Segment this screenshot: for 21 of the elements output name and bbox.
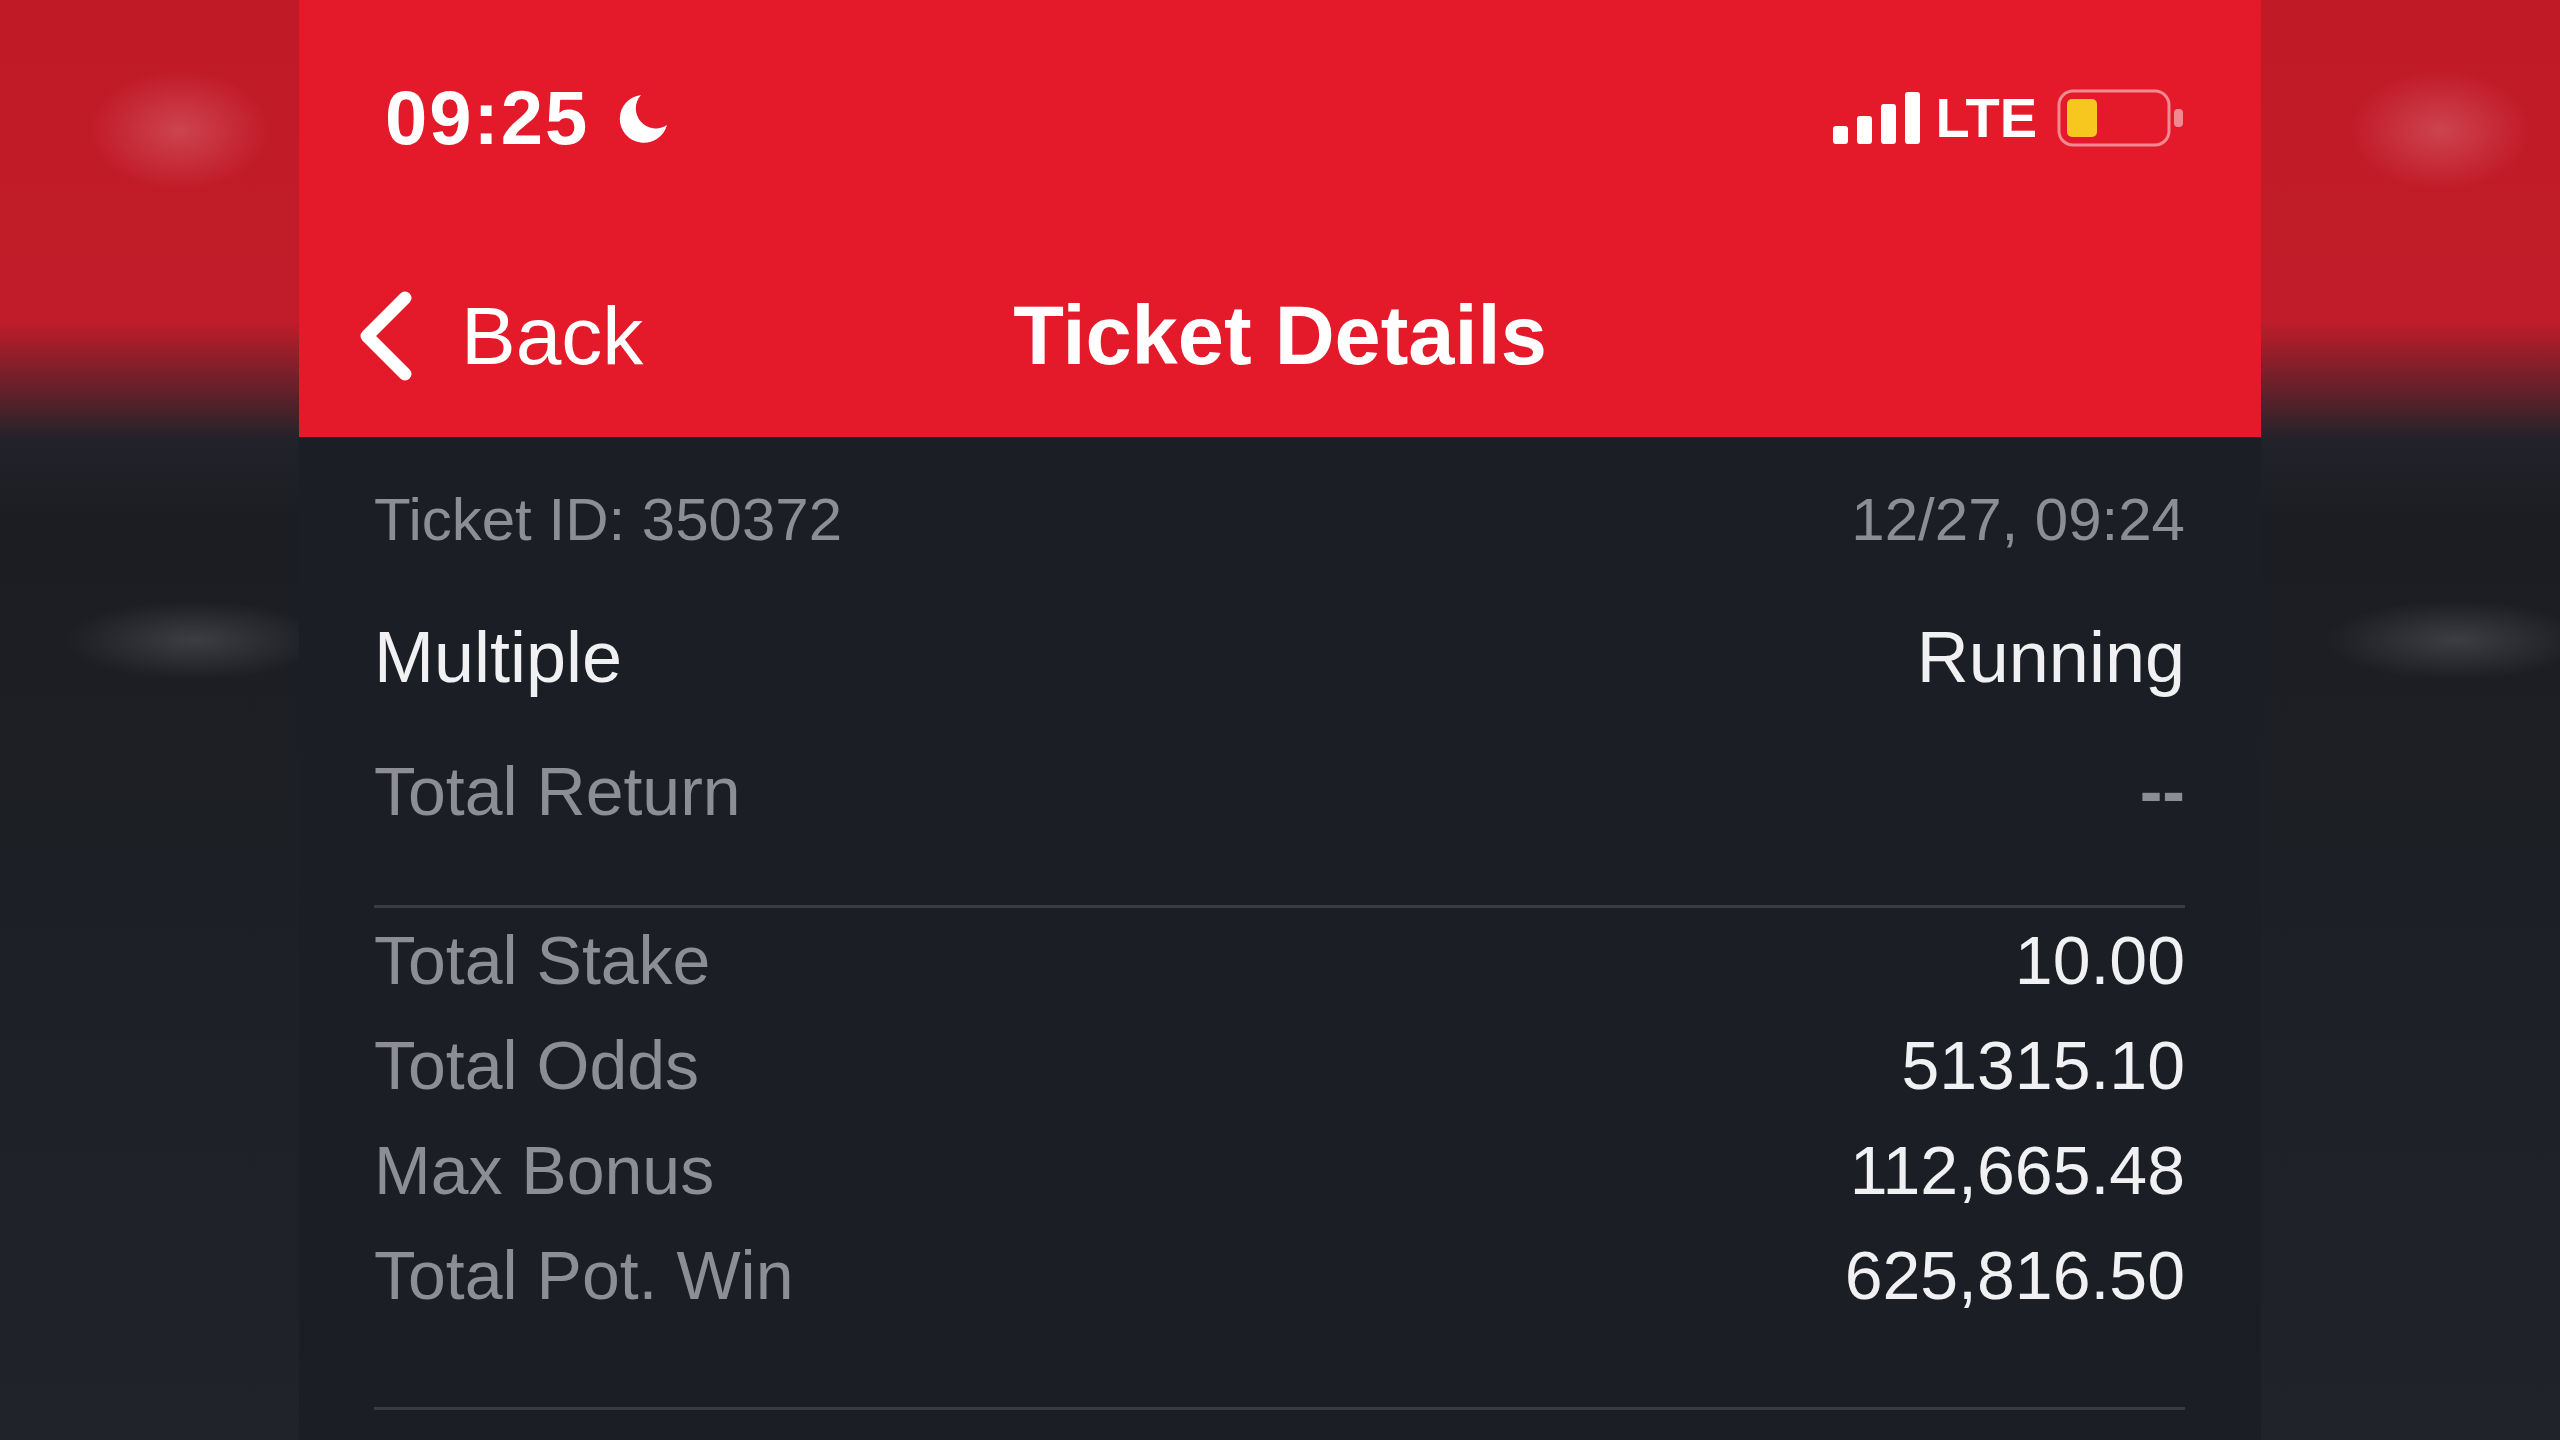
total-return-label: Total Return: [374, 753, 741, 829]
network-label: LTE: [1935, 89, 2037, 146]
summary-label: Max Bonus: [374, 1133, 715, 1208]
total-return-value: --: [2139, 753, 2185, 829]
signal-icon: [1833, 91, 1922, 144]
moon-icon: [619, 92, 670, 143]
ticket-id: Ticket ID: 350372: [374, 487, 843, 553]
summary-label: Total Odds: [374, 1028, 700, 1103]
summary-value: 112,665.48: [1849, 1133, 2185, 1208]
summary-value: 10.00: [2014, 923, 2185, 998]
summary-value: 625,816.50: [1844, 1238, 2185, 1313]
bet-type: Multiple: [374, 618, 623, 698]
battery-icon: [2057, 88, 2185, 147]
back-button[interactable]: Back: [355, 290, 644, 382]
ticket-datetime: 12/27, 09:24: [1851, 487, 2185, 553]
page-title: Ticket Details: [1013, 290, 1547, 382]
status-time: 09:25: [385, 79, 590, 156]
ticket-status: Running: [1916, 618, 2185, 698]
summary-value: 51315.10: [1901, 1028, 2185, 1103]
summary-label: Total Stake: [374, 923, 711, 998]
summary-label: Total Pot. Win: [374, 1238, 794, 1313]
